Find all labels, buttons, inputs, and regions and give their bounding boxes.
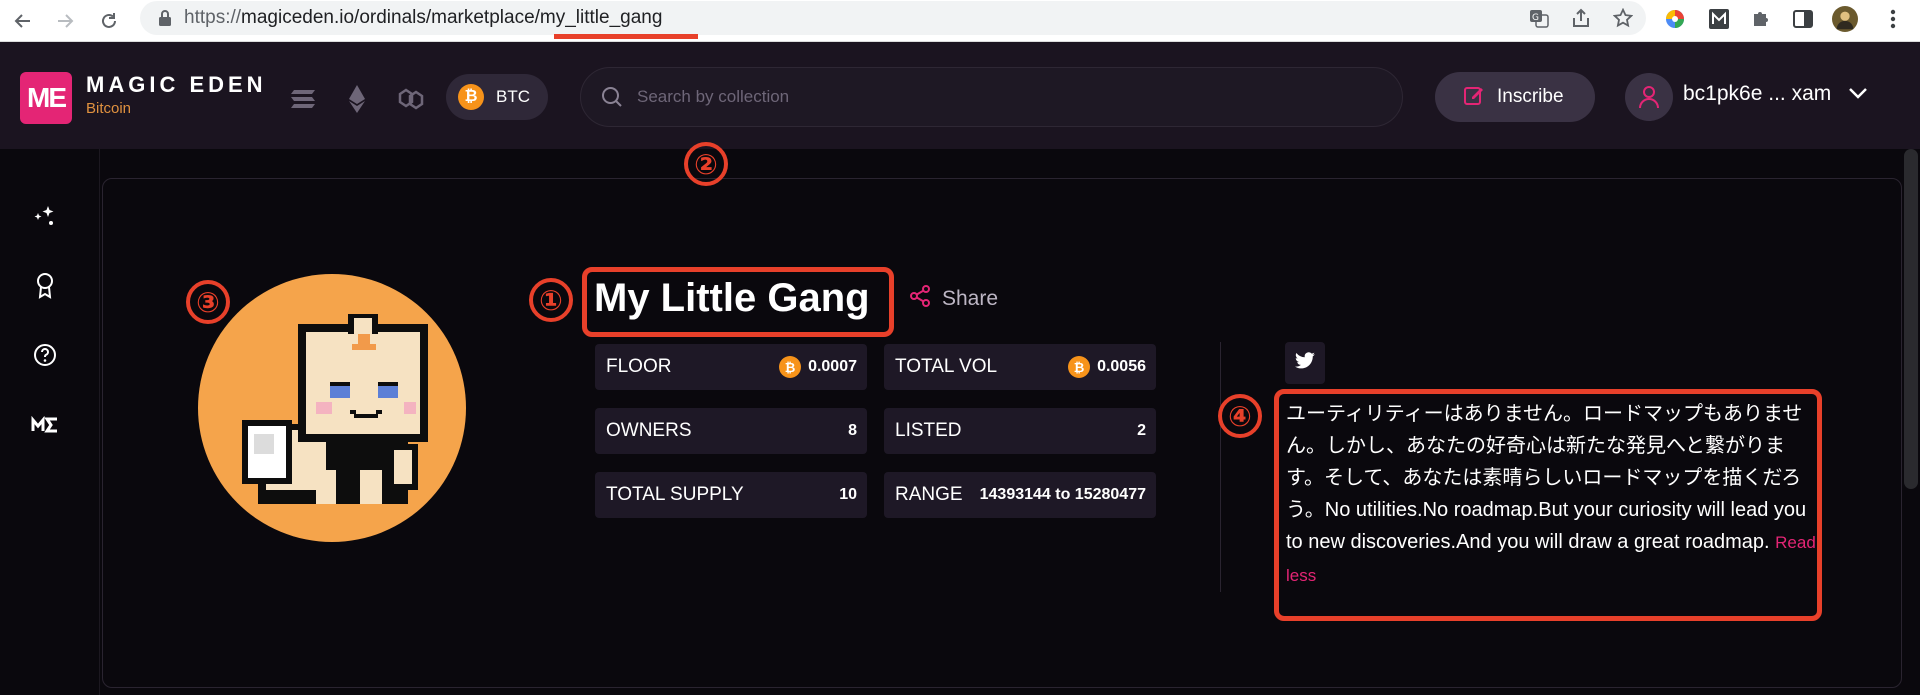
annotation-number-1: ① bbox=[529, 278, 573, 322]
stat-total-supply: TOTAL SUPPLY 10 bbox=[595, 472, 867, 518]
chain-label: BTC bbox=[496, 87, 530, 106]
url-text: https://magiceden.io/ordinals/marketplac… bbox=[184, 7, 663, 28]
lock-icon bbox=[158, 9, 172, 32]
annotation-number-4: ④ bbox=[1218, 394, 1262, 438]
twitter-icon bbox=[1294, 351, 1316, 375]
edit-icon bbox=[1463, 84, 1485, 111]
stat-owners: OWNERS 8 bbox=[595, 408, 867, 454]
ethereum-icon[interactable] bbox=[340, 82, 374, 116]
solana-icon[interactable] bbox=[286, 82, 320, 116]
scrollbar[interactable] bbox=[1904, 149, 1918, 489]
translate-icon[interactable]: G bbox=[1528, 7, 1550, 29]
collection-avatar bbox=[198, 274, 466, 542]
brand-subtitle: Bitcoin bbox=[86, 100, 132, 117]
share-button[interactable]: Share bbox=[908, 284, 998, 313]
search-input[interactable]: Search by collection bbox=[580, 67, 1403, 127]
svg-text:G: G bbox=[1532, 13, 1539, 23]
stat-floor: FLOOR ₿ 0.0007 bbox=[595, 344, 867, 390]
wallet-address[interactable]: bc1pk6e ... xam bbox=[1683, 82, 1831, 106]
stat-total-vol: TOTAL VOL ₿ 0.0056 bbox=[884, 344, 1156, 390]
search-placeholder: Search by collection bbox=[637, 87, 790, 106]
user-icon[interactable] bbox=[1625, 73, 1673, 121]
back-icon[interactable] bbox=[8, 6, 38, 36]
bitcoin-icon: ₿ bbox=[1068, 356, 1091, 378]
forward-icon[interactable] bbox=[50, 6, 80, 36]
polygon-icon[interactable] bbox=[394, 82, 428, 116]
left-sidebar bbox=[0, 149, 100, 695]
reload-icon[interactable] bbox=[94, 6, 124, 36]
award-icon[interactable] bbox=[30, 270, 60, 300]
annotation-number-3: ③ bbox=[186, 280, 230, 324]
address-bar[interactable]: https://magiceden.io/ordinals/marketplac… bbox=[140, 1, 1646, 35]
puzzle-icon[interactable] bbox=[1748, 6, 1774, 32]
pixel-baby-image bbox=[242, 314, 428, 504]
star-icon[interactable] bbox=[1612, 7, 1634, 29]
sidepanel-icon[interactable] bbox=[1790, 6, 1816, 32]
site-header: ME MAGIC EDEN Bitcoin ₿ BTC Search by co… bbox=[0, 42, 1920, 149]
annotation-box-description bbox=[1274, 389, 1822, 621]
chevron-down-icon[interactable] bbox=[1848, 86, 1868, 105]
vertical-divider bbox=[1220, 342, 1221, 592]
annotation-box-title bbox=[582, 267, 894, 337]
chain-selector-btc[interactable]: ₿ BTC bbox=[446, 74, 548, 120]
search-icon bbox=[601, 86, 623, 113]
magic-eden-small-icon[interactable] bbox=[30, 410, 60, 440]
magic-eden-logo[interactable]: ME bbox=[20, 72, 72, 124]
inscribe-button[interactable]: Inscribe bbox=[1435, 72, 1595, 122]
menu-dots-icon[interactable] bbox=[1880, 6, 1906, 32]
share-network-icon bbox=[908, 284, 932, 313]
extension-m-icon[interactable] bbox=[1706, 6, 1732, 32]
sparkles-icon[interactable] bbox=[30, 201, 60, 231]
brand-name[interactable]: MAGIC EDEN bbox=[86, 72, 267, 98]
bitcoin-icon: ₿ bbox=[779, 356, 802, 378]
annotation-number-2: ② bbox=[684, 142, 728, 186]
extension-color-icon[interactable] bbox=[1662, 6, 1688, 32]
help-icon[interactable] bbox=[30, 340, 60, 370]
browser-toolbar: https://magiceden.io/ordinals/marketplac… bbox=[0, 0, 1920, 42]
bitcoin-icon: ₿ bbox=[458, 84, 484, 110]
stat-listed: LISTED 2 bbox=[884, 408, 1156, 454]
twitter-link[interactable] bbox=[1285, 342, 1325, 384]
profile-avatar[interactable] bbox=[1832, 6, 1858, 32]
stat-range: RANGE 14393144 to 15280477 bbox=[884, 472, 1156, 518]
annotation-url-underline bbox=[554, 34, 698, 39]
share-icon[interactable] bbox=[1570, 7, 1592, 29]
